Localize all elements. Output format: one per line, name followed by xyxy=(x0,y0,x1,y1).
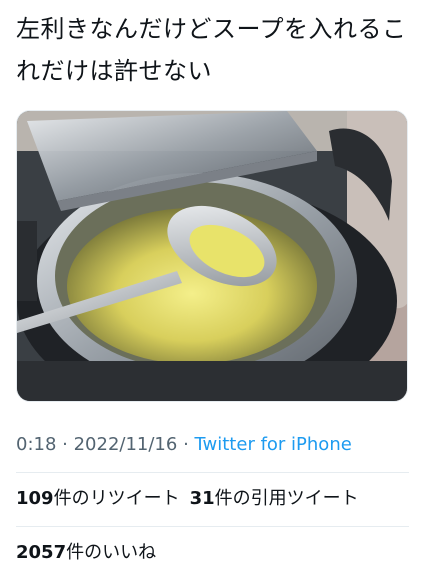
retweets-label: 件のリツイート xyxy=(53,488,180,509)
likes-link[interactable]: 2057件のいいね xyxy=(16,542,156,563)
tweet-date[interactable]: 2022/11/16 xyxy=(74,434,178,455)
retweets-link[interactable]: 109件のリツイート xyxy=(16,488,180,509)
divider xyxy=(16,472,409,473)
tweet-time[interactable]: 0:18 xyxy=(16,434,56,455)
likes-stats: 2057件のいいね xyxy=(16,541,156,565)
retweet-quote-stats: 109件のリツイート 31件の引用ツイート xyxy=(16,487,359,511)
quotes-link[interactable]: 31件の引用ツイート xyxy=(190,488,359,509)
meta-separator: · xyxy=(56,434,74,455)
tweet-photo[interactable] xyxy=(16,110,408,402)
likes-label: 件のいいね xyxy=(66,542,157,563)
tweet-meta: 0:18 · 2022/11/16 · Twitter for iPhone xyxy=(16,433,352,457)
tweet-text: 左利きなんだけどスープを入れるこれだけは許せない xyxy=(16,15,407,85)
quotes-count: 31 xyxy=(189,488,215,509)
tweet-source-link[interactable]: Twitter for iPhone xyxy=(195,434,352,455)
retweets-count: 109 xyxy=(16,488,54,509)
quotes-label: 件の引用ツイート xyxy=(214,488,359,509)
likes-count: 2057 xyxy=(16,542,67,563)
divider xyxy=(16,526,409,527)
soup-warmer-image xyxy=(17,111,407,401)
meta-separator: · xyxy=(177,434,195,455)
